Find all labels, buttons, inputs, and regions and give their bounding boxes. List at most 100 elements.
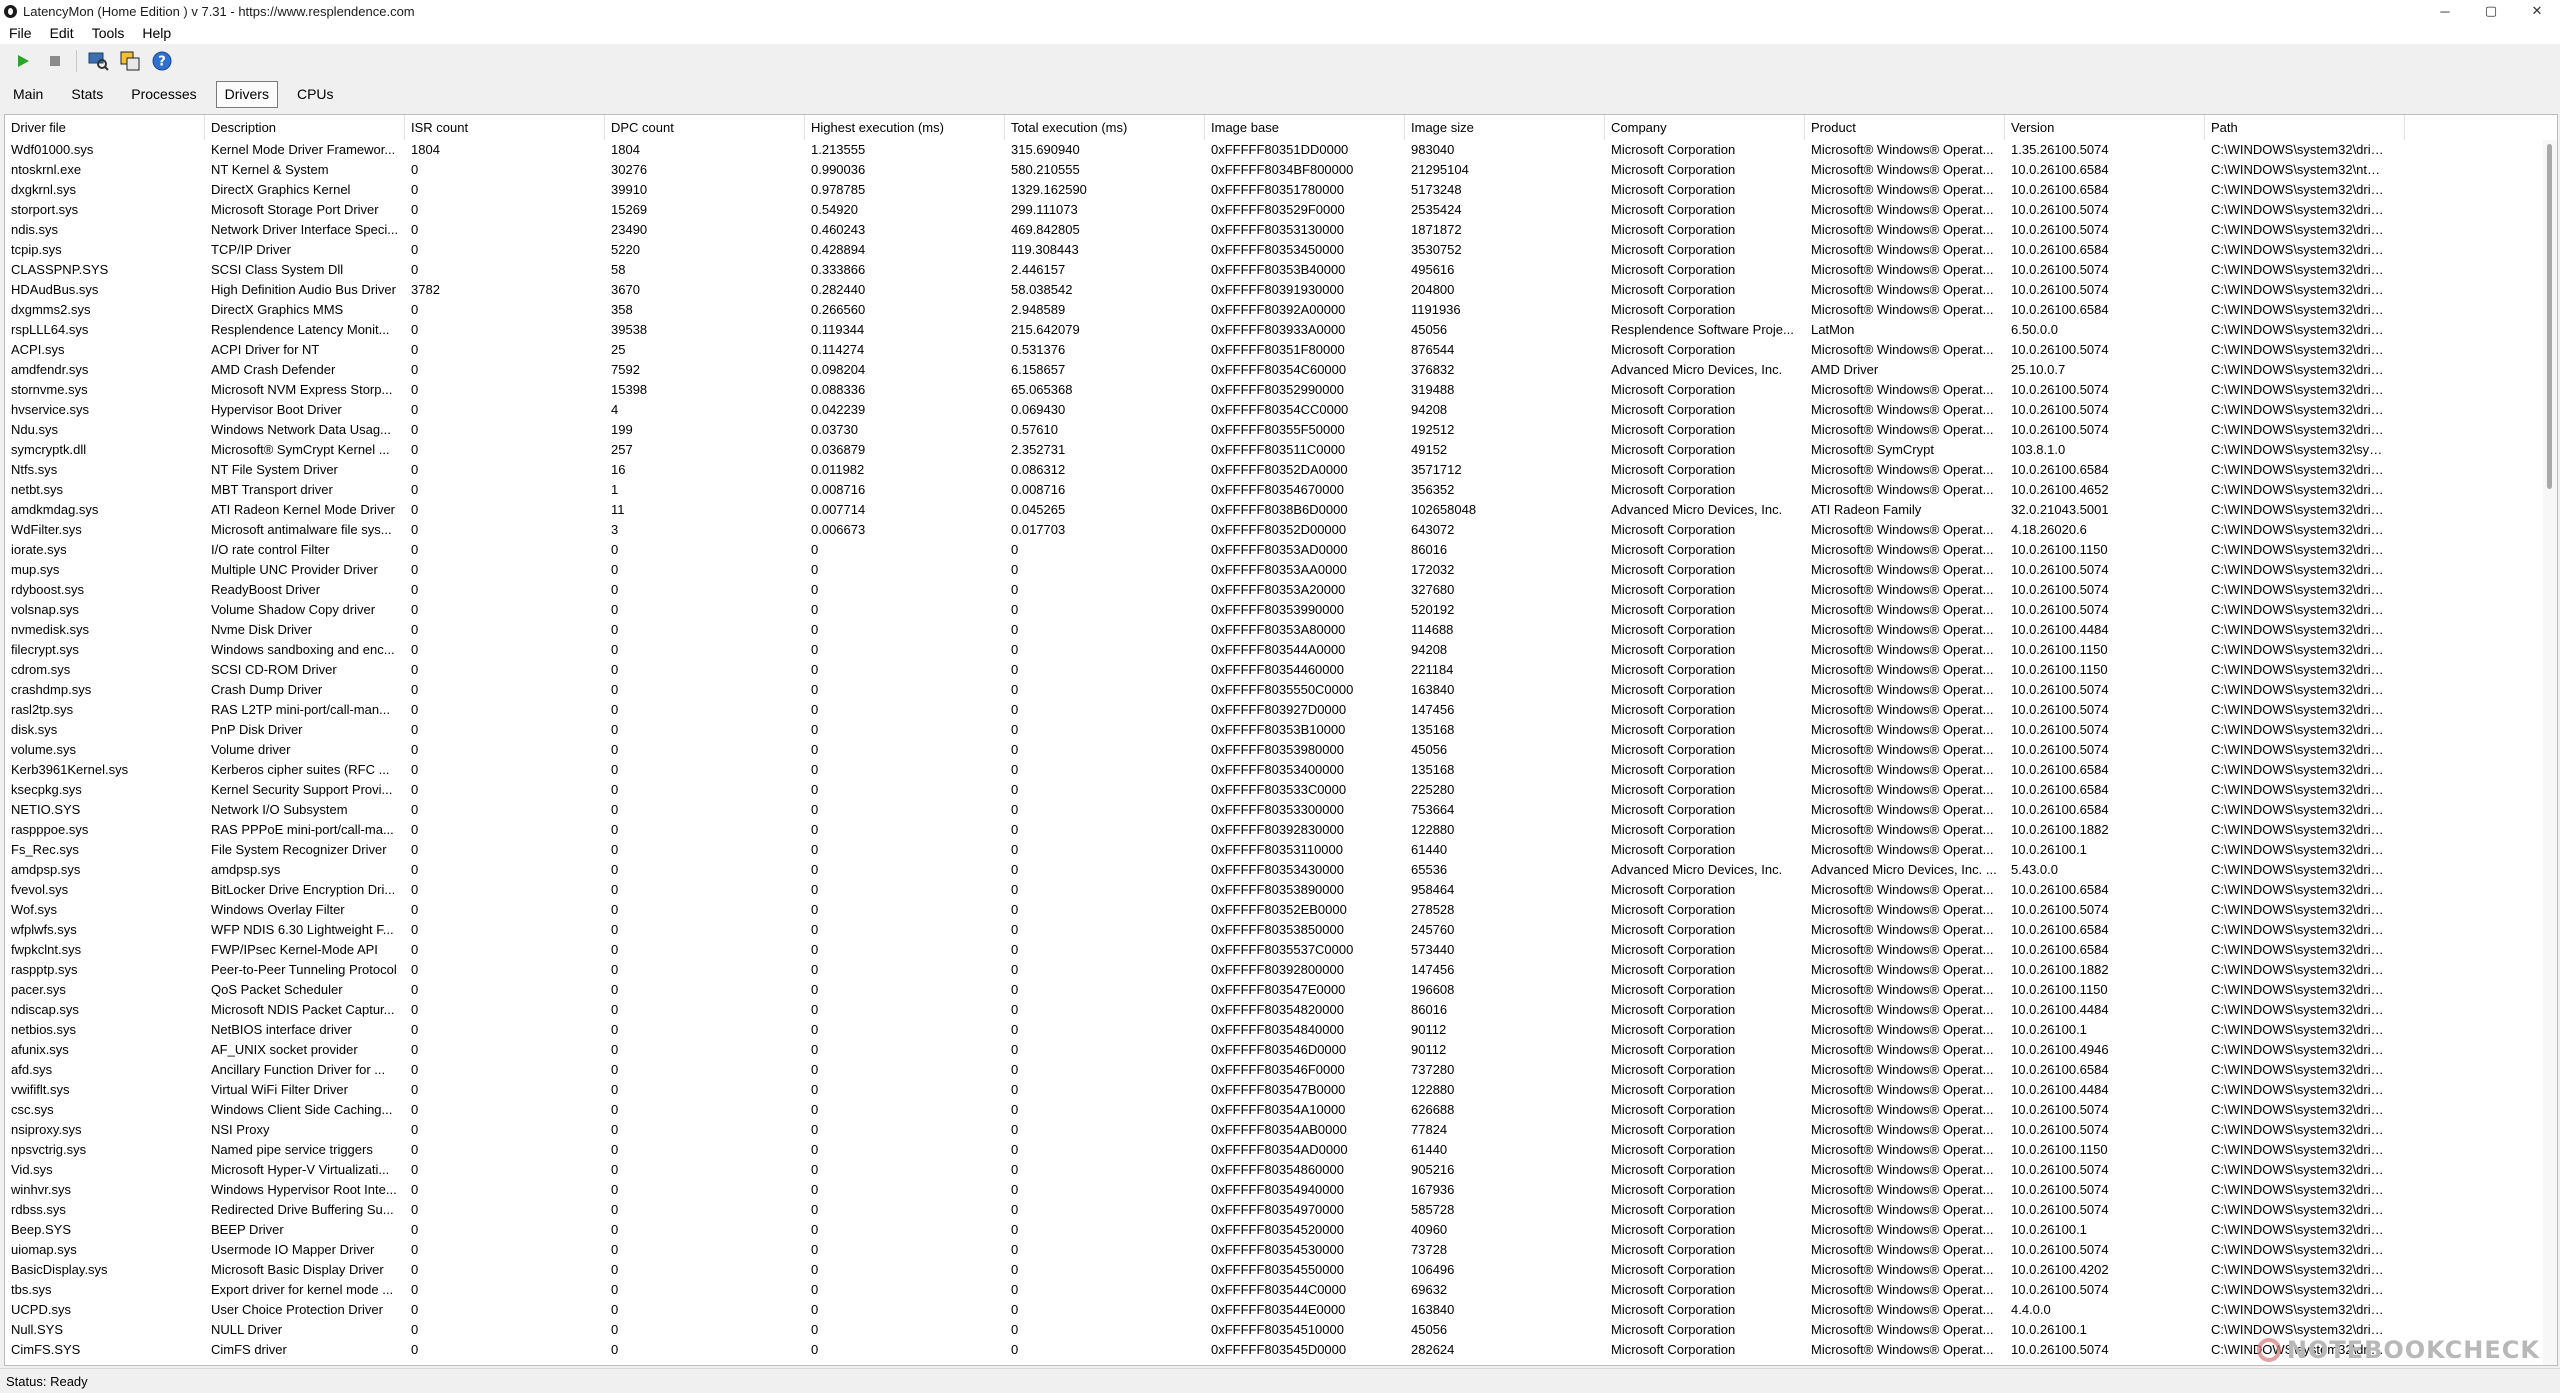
table-row[interactable]: iorate.sys I/O rate control Filter 0 0 0 0 0xF… xyxy=(5,540,2557,560)
tab-stats[interactable]: Stats xyxy=(62,81,112,108)
table-row[interactable]: WdFilter.sys Microsoft antimalware file s… xyxy=(5,520,2557,540)
stop-button[interactable] xyxy=(42,48,68,74)
help-button[interactable]: ? xyxy=(149,48,175,74)
table-row[interactable]: vwififlt.sys Virtual WiFi Filter Driver 0 0… xyxy=(5,1080,2557,1100)
table-row[interactable]: NETIO.SYS Network I/O Subsystem 0 0 0 0 0xFFFF… xyxy=(5,800,2557,820)
cell-image-size: 73728 xyxy=(1411,1242,1448,1257)
tab-main[interactable]: Main xyxy=(4,81,52,108)
table-row[interactable]: raspppoe.sys RAS PPPoE mini-port/call-ma.… xyxy=(5,820,2557,840)
table-row[interactable]: Ndu.sys Windows Network Data Usag... 0 199 0… xyxy=(5,420,2557,440)
table-row[interactable]: Beep.SYS BEEP Driver 0 0 0 0 0xFFFFF8035452000… xyxy=(5,1220,2557,1240)
maximize-button[interactable]: ▢ xyxy=(2468,0,2514,22)
minimize-button[interactable]: ─ xyxy=(2422,0,2468,22)
table-row[interactable]: symcryptk.dll Microsoft® SymCrypt Kernel … xyxy=(5,440,2557,460)
table-row[interactable]: filecrypt.sys Windows sandboxing and enc.… xyxy=(5,640,2557,660)
table-row[interactable]: CLASSPNP.SYS SCSI Class System Dll 0 58 0.33… xyxy=(5,260,2557,280)
table-row[interactable]: crashdmp.sys Crash Dump Driver 0 0 0 0 0xFFFFF… xyxy=(5,680,2557,700)
copy-button[interactable] xyxy=(117,48,143,74)
table-row[interactable]: CimFS.SYS CimFS driver 0 0 0 0 0xFFFFF803545D0… xyxy=(5,1340,2557,1360)
table-row[interactable]: netbios.sys NetBIOS interface driver 0 0 0 0 0… xyxy=(5,1020,2557,1040)
tab-cpus[interactable]: CPUs xyxy=(288,81,343,108)
table-row[interactable]: npsvctrig.sys Named pipe service triggers… xyxy=(5,1140,2557,1160)
column-header-path[interactable]: Path xyxy=(2205,115,2405,140)
table-row[interactable]: ksecpkg.sys Kernel Security Support Provi… xyxy=(5,780,2557,800)
table-row[interactable]: rspLLL64.sys Resplendence Latency Monit..… xyxy=(5,320,2557,340)
table-row[interactable]: mup.sys Multiple UNC Provider Driver 0 0 0 0 0… xyxy=(5,560,2557,580)
table-row[interactable]: Kerb3961Kernel.sys Kerberos cipher suites… xyxy=(5,760,2557,780)
scrollbar-thumb[interactable] xyxy=(2547,144,2552,489)
column-header-highest-execution[interactable]: Highest execution (ms) xyxy=(805,115,1005,140)
table-row[interactable]: cdrom.sys SCSI CD-ROM Driver 0 0 0 0 0xFFFFF80… xyxy=(5,660,2557,680)
start-button[interactable] xyxy=(10,48,36,74)
column-header-version[interactable]: Version xyxy=(2005,115,2205,140)
menu-file[interactable]: File xyxy=(6,24,35,42)
table-row[interactable]: netbt.sys MBT Transport driver 0 1 0.008716 0… xyxy=(5,480,2557,500)
column-header-dpc-count[interactable]: DPC count xyxy=(605,115,805,140)
table-row[interactable]: uiomap.sys Usermode IO Mapper Driver 0 0 0 0 0… xyxy=(5,1240,2557,1260)
close-button[interactable]: ✕ xyxy=(2514,0,2560,22)
cell-company: Microsoft Corporation xyxy=(1611,882,1736,897)
table-row[interactable]: Wdf01000.sys Kernel Mode Driver Framewor.… xyxy=(5,140,2557,160)
table-row[interactable]: fvevol.sys BitLocker Drive Encryption Dri… xyxy=(5,880,2557,900)
table-row[interactable]: storport.sys Microsoft Storage Port Drive… xyxy=(5,200,2557,220)
table-row[interactable]: raspptp.sys Peer-to-Peer Tunneling Protoc… xyxy=(5,960,2557,980)
table-row[interactable]: volsnap.sys Volume Shadow Copy driver 0 0 0 0… xyxy=(5,600,2557,620)
monitor-button[interactable] xyxy=(85,48,111,74)
vertical-scrollbar[interactable] xyxy=(2543,140,2557,1365)
column-header-driver-file[interactable]: Driver file xyxy=(5,115,205,140)
table-row[interactable]: rdbss.sys Redirected Drive Buffering Su..… xyxy=(5,1200,2557,1220)
tab-processes[interactable]: Processes xyxy=(122,81,205,108)
menu-edit[interactable]: Edit xyxy=(47,24,77,42)
table-row[interactable]: amdfendr.sys AMD Crash Defender 0 7592 0.098… xyxy=(5,360,2557,380)
table-row[interactable]: amdpsp.sys amdpsp.sys 0 0 0 0 0xFFFFF803534300… xyxy=(5,860,2557,880)
menu-tools[interactable]: Tools xyxy=(89,24,128,42)
table-row[interactable]: HDAudBus.sys High Definition Audio Bus Dr… xyxy=(5,280,2557,300)
table-row[interactable]: winhvr.sys Windows Hypervisor Root Inte..… xyxy=(5,1180,2557,1200)
column-header-total-execution[interactable]: Total execution (ms) xyxy=(1005,115,1205,140)
menu-help[interactable]: Help xyxy=(139,24,174,42)
table-row[interactable]: tbs.sys Export driver for kernel mode ...… xyxy=(5,1280,2557,1300)
column-header-image-base[interactable]: Image base xyxy=(1205,115,1405,140)
table-row[interactable]: nvmedisk.sys Nvme Disk Driver 0 0 0 0 0xFFFFF8… xyxy=(5,620,2557,640)
cell-highest-execution: 0 xyxy=(811,682,819,697)
table-row[interactable]: disk.sys PnP Disk Driver 0 0 0 0 0xFFFFF80353B… xyxy=(5,720,2557,740)
table-row[interactable]: wfplwfs.sys WFP NDIS 6.30 Lightweight F..… xyxy=(5,920,2557,940)
table-row[interactable]: nsiproxy.sys NSI Proxy 0 0 0 0 0xFFFFF80354AB0… xyxy=(5,1120,2557,1140)
table-row[interactable]: amdkmdag.sys ATI Radeon Kernel Mode Drive… xyxy=(5,500,2557,520)
table-row[interactable]: dxgkrnl.sys DirectX Graphics Kernel 0 39910… xyxy=(5,180,2557,200)
column-header-description[interactable]: Description xyxy=(205,115,405,140)
table-row[interactable]: rasl2tp.sys RAS L2TP mini-port/call-man..… xyxy=(5,700,2557,720)
table-row[interactable]: hvservice.sys Hypervisor Boot Driver 0 4 0.0… xyxy=(5,400,2557,420)
table-row[interactable]: afd.sys Ancillary Function Driver for ...… xyxy=(5,1060,2557,1080)
cell-product: Microsoft® Windows® Operat... xyxy=(1811,302,1994,317)
column-header-company[interactable]: Company xyxy=(1605,115,1805,140)
table-row[interactable]: fwpkclnt.sys FWP/IPsec Kernel-Mode API 0 0 0… xyxy=(5,940,2557,960)
table-row[interactable]: Ntfs.sys NT File System Driver 0 16 0.011982… xyxy=(5,460,2557,480)
table-row[interactable]: rdyboost.sys ReadyBoost Driver 0 0 0 0 0xFFFFF… xyxy=(5,580,2557,600)
column-header-image-size[interactable]: Image size xyxy=(1405,115,1605,140)
drivers-table[interactable]: Driver file Description ISR count DPC co… xyxy=(4,114,2558,1366)
table-row[interactable]: BasicDisplay.sys Microsoft Basic Display … xyxy=(5,1260,2557,1280)
cell-version: 10.0.26100.6584 xyxy=(2011,1062,2109,1077)
column-header-isr-count[interactable]: ISR count xyxy=(405,115,605,140)
table-row[interactable]: Vid.sys Microsoft Hyper-V Virtualizati...… xyxy=(5,1160,2557,1180)
table-row[interactable]: ndis.sys Network Driver Interface Speci..… xyxy=(5,220,2557,240)
table-row[interactable]: afunix.sys AF_UNIX socket provider 0 0 0 0 0xF… xyxy=(5,1040,2557,1060)
cell-path: C:\WINDOWS\system32\drive... xyxy=(2211,482,2385,497)
column-header-product[interactable]: Product xyxy=(1805,115,2005,140)
table-row[interactable]: Fs_Rec.sys File System Recognizer Driver 0… xyxy=(5,840,2557,860)
table-row[interactable]: UCPD.sys User Choice Protection Driver 0 0 0… xyxy=(5,1300,2557,1320)
table-row[interactable]: stornvme.sys Microsoft NVM Express Storp.… xyxy=(5,380,2557,400)
table-row[interactable]: ACPI.sys ACPI Driver for NT 0 25 0.114274 0.5… xyxy=(5,340,2557,360)
cell-driver-file: nsiproxy.sys xyxy=(11,1122,82,1137)
table-row[interactable]: csc.sys Windows Client Side Caching... 0 0 0… xyxy=(5,1100,2557,1120)
table-row[interactable]: volume.sys Volume driver 0 0 0 0 0xFFFFF803539… xyxy=(5,740,2557,760)
table-row[interactable]: pacer.sys QoS Packet Scheduler 0 0 0 0 0xFFFFF… xyxy=(5,980,2557,1000)
table-row[interactable]: ntoskrnl.exe NT Kernel & System 0 30276 0.99… xyxy=(5,160,2557,180)
table-row[interactable]: tcpip.sys TCP/IP Driver 0 5220 0.428894 119.3… xyxy=(5,240,2557,260)
table-row[interactable]: Wof.sys Windows Overlay Filter 0 0 0 0 0xFFFFF… xyxy=(5,900,2557,920)
table-row[interactable]: Null.SYS NULL Driver 0 0 0 0 0xFFFFF8035451000… xyxy=(5,1320,2557,1340)
table-row[interactable]: ndiscap.sys Microsoft NDIS Packet Captur.… xyxy=(5,1000,2557,1020)
table-row[interactable]: dxgmms2.sys DirectX Graphics MMS 0 358 0.266… xyxy=(5,300,2557,320)
tab-drivers[interactable]: Drivers xyxy=(215,81,278,108)
